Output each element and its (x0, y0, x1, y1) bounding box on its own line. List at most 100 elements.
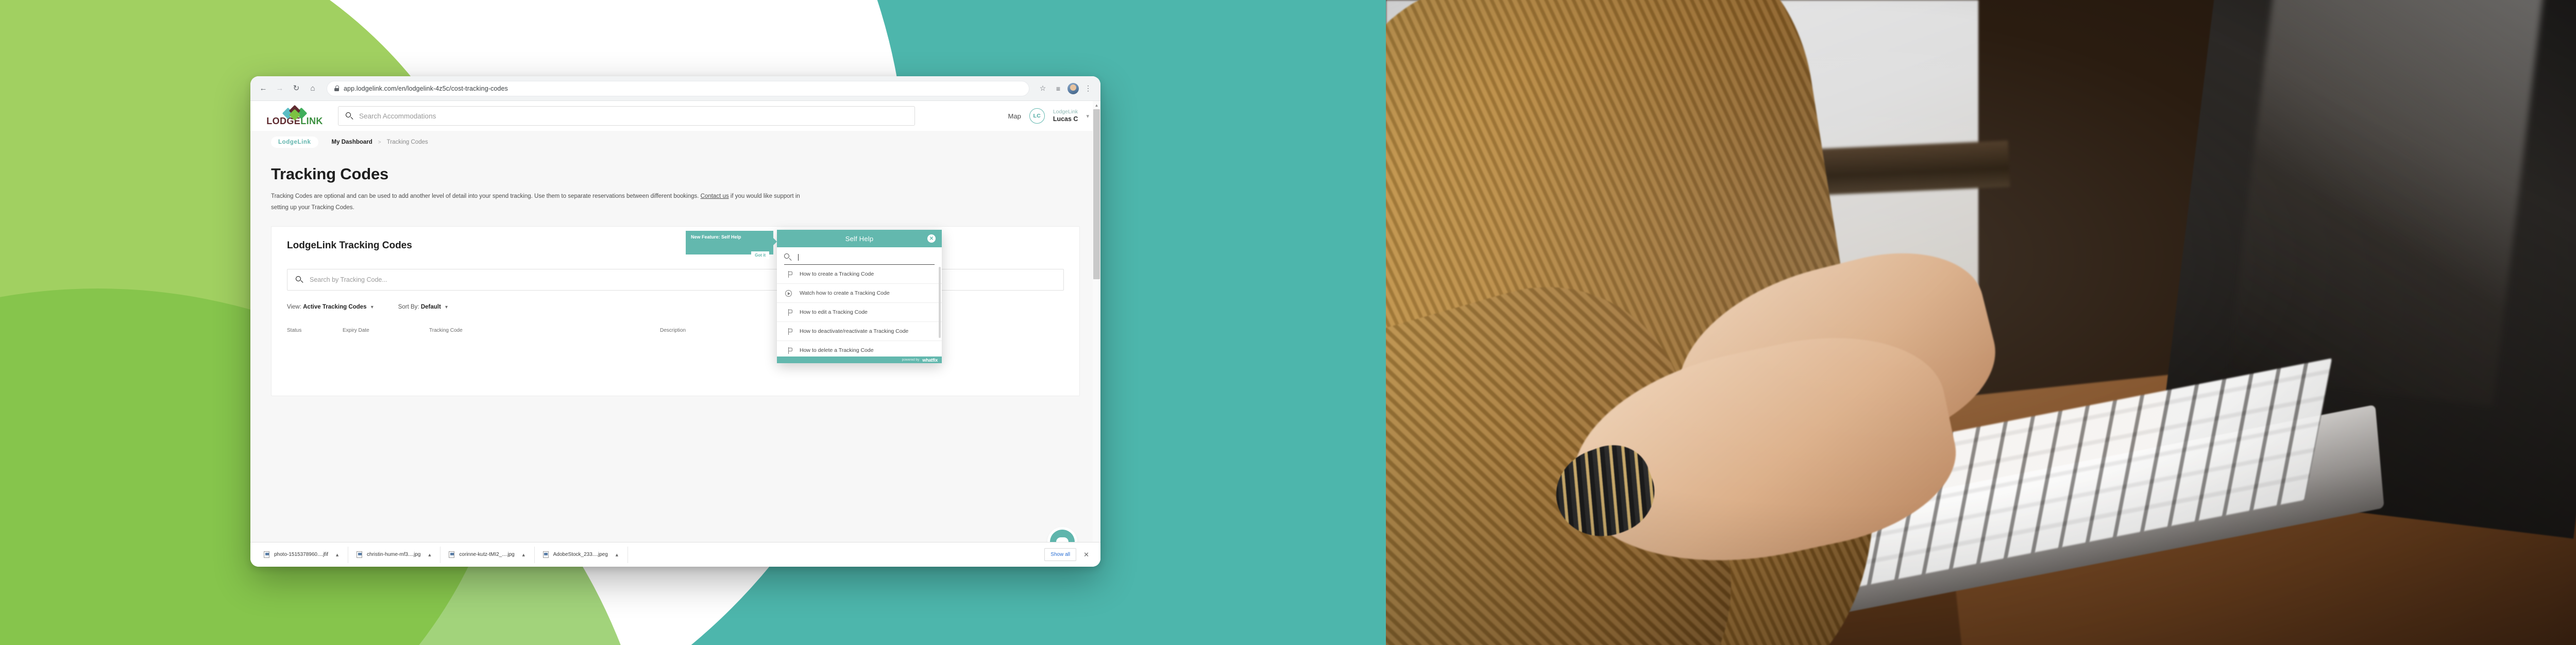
file-icon (264, 551, 269, 558)
download-item[interactable]: photo-15153789​60....jfif ▲ (256, 546, 349, 563)
breadcrumb-trail: My Dashboard > Tracking Codes (332, 139, 428, 145)
self-help-footer: powered by whatfix (777, 357, 942, 363)
download-filename: AdobeStock_233....jpeg (553, 552, 608, 557)
breadcrumb: LodgeLink My Dashboard > Tracking Codes (250, 131, 1100, 154)
chevron-up-icon[interactable]: ▲ (428, 552, 432, 557)
breadcrumb-my-dashboard[interactable]: My Dashboard (332, 139, 372, 145)
column-header-tracking-code[interactable]: Tracking Code (429, 328, 660, 333)
text-caret (798, 253, 799, 261)
self-help-title: Self Help (845, 234, 874, 243)
user-meta[interactable]: LodgeLink Lucas C (1053, 109, 1078, 123)
browser-profile-avatar[interactable] (1067, 82, 1079, 94)
flag-icon (784, 270, 792, 278)
new-feature-callout: New Feature: Self Help Got it (686, 231, 777, 259)
lock-icon (334, 86, 339, 91)
download-item[interactable]: AdobeStock_233....jpeg ▲ (535, 546, 628, 563)
sort-by-filter-label: Sort By: (398, 303, 419, 310)
self-help-scrollbar[interactable] (939, 267, 941, 338)
back-arrow-icon[interactable]: ← (257, 82, 270, 95)
screenshot-stage: ← → ↻ ⌂ app.lodgelink.com/en/lodgelink-4… (0, 0, 2576, 645)
chevron-down-icon: ▾ (370, 304, 374, 310)
view-filter-label: View: (287, 303, 301, 310)
powered-by-label: powered by (902, 358, 920, 362)
chevron-down-icon[interactable]: ▾ (1086, 113, 1089, 120)
self-help-item[interactable]: How to deactivate/reactivate a Tracking … (777, 322, 942, 341)
kebab-menu-icon[interactable]: ⋮ (1082, 82, 1094, 95)
scrollbar-thumb[interactable] (1093, 109, 1100, 279)
flag-icon (784, 347, 792, 354)
self-help-header: Self Help ✕ (777, 230, 942, 247)
self-help-item-label: Watch how to create a Tracking Code (800, 290, 890, 296)
card-title: LodgeLink Tracking Codes (287, 240, 412, 251)
page-body: Tracking Codes Tracking Codes are option… (250, 154, 1100, 214)
download-item[interactable]: christin-hume-mf3....jpg ▲ (348, 546, 441, 563)
self-help-item-label: How to edit a Tracking Code (800, 309, 868, 315)
logo-word-link: LINK (300, 115, 323, 126)
whatfix-vendor-logo: whatfix (922, 357, 938, 363)
self-help-item[interactable]: How to delete a Tracking Code (777, 341, 942, 357)
close-icon[interactable]: ✕ (927, 234, 936, 243)
app-header: LODGELINK Search Accommodations Map LC L… (250, 101, 1100, 131)
reload-icon[interactable]: ↻ (290, 82, 303, 95)
file-icon (357, 551, 363, 558)
show-all-downloads-button[interactable]: Show all (1044, 548, 1077, 561)
star-icon[interactable]: ☆ (1037, 82, 1049, 95)
self-help-item[interactable]: How to edit a Tracking Code (777, 303, 942, 322)
play-icon (784, 290, 792, 297)
callout-title: New Feature: Self Help (691, 234, 741, 240)
sort-by-filter[interactable]: Sort By: Default ▾ (398, 304, 448, 310)
table-header-row: Status Expiry Date Tracking Code Descrip… (287, 328, 1064, 333)
accommodations-search-placeholder: Search Accommodations (359, 112, 436, 120)
search-icon (784, 253, 792, 261)
user-organization: LodgeLink (1053, 109, 1078, 115)
self-help-item-list: How to create a Tracking Code Watch how … (777, 265, 942, 357)
tracking-code-search-input[interactable]: Search by Tracking Code... (287, 268, 1064, 291)
page-description: Tracking Codes are optional and can be u… (271, 191, 817, 214)
download-filename: christin-hume-mf3....jpg (367, 552, 421, 557)
hero-photo-person-typing-on-laptop (1386, 0, 2576, 645)
self-help-item[interactable]: How to create a Tracking Code (777, 265, 942, 284)
file-icon (543, 551, 549, 558)
address-bar-url: app.lodgelink.com/en/lodgelink-4z5c/cost… (344, 84, 508, 92)
page-viewport: LODGELINK Search Accommodations Map LC L… (250, 101, 1100, 567)
close-icon[interactable]: ✕ (1076, 551, 1095, 559)
self-help-item[interactable]: Watch how to create a Tracking Code (777, 284, 942, 303)
header-right-group: Map LC LodgeLink Lucas C ▾ (1008, 108, 1089, 124)
accommodations-search-input[interactable]: Search Accommodations (338, 106, 915, 126)
self-help-item-label: How to create a Tracking Code (800, 271, 874, 277)
search-icon (296, 276, 303, 283)
download-filename: corinne-kutz-tMI2_....jpg (459, 552, 515, 557)
map-link[interactable]: Map (1008, 112, 1021, 120)
user-name: Lucas C (1053, 115, 1078, 123)
chevron-up-icon[interactable]: ▲ (615, 552, 619, 557)
browser-toolbar: ← → ↻ ⌂ app.lodgelink.com/en/lodgelink-4… (250, 76, 1100, 101)
search-icon (346, 112, 353, 120)
callout-got-it-button[interactable]: Got it (751, 251, 769, 259)
address-bar[interactable]: app.lodgelink.com/en/lodgelink-4z5c/cost… (327, 80, 1029, 96)
user-avatar[interactable]: LC (1029, 108, 1045, 124)
sort-by-filter-value: Default (420, 303, 441, 310)
photo-vignette (1386, 0, 2576, 645)
column-header-status[interactable]: Status (287, 328, 343, 333)
breadcrumb-brand-pill[interactable]: LodgeLink (271, 137, 318, 148)
column-header-expiry-date[interactable]: Expiry Date (343, 328, 429, 333)
chevron-up-icon[interactable]: ▲ (335, 552, 340, 557)
lodgelink-logo[interactable]: LODGELINK (261, 105, 329, 126)
home-icon[interactable]: ⌂ (306, 82, 319, 95)
chevron-up-icon[interactable]: ▲ (521, 552, 526, 557)
self-help-search-input[interactable] (784, 253, 935, 265)
page-scrollbar[interactable]: ▲ ▼ (1093, 101, 1100, 567)
view-filter[interactable]: View: Active Tracking Codes ▾ (287, 304, 374, 310)
tracking-code-search-placeholder: Search by Tracking Code... (310, 276, 387, 283)
filter-row: View: Active Tracking Codes ▾ Sort By: D… (287, 304, 1064, 310)
lodgelink-logo-mark-icon (282, 105, 308, 121)
browser-window: ← → ↻ ⌂ app.lodgelink.com/en/lodgelink-4… (250, 76, 1100, 567)
forward-arrow-icon[interactable]: → (273, 82, 286, 95)
scroll-up-arrow-icon[interactable]: ▲ (1093, 101, 1100, 109)
contact-us-link[interactable]: Contact us (701, 193, 729, 199)
download-item[interactable]: corinne-kutz-tMI2_....jpg ▲ (440, 546, 535, 563)
page-title: Tracking Codes (271, 165, 389, 183)
reading-list-icon[interactable]: ≡ (1052, 82, 1064, 95)
breadcrumb-current-page: Tracking Codes (386, 139, 428, 145)
tracking-codes-card: LodgeLink Tracking Codes Search by Track… (271, 226, 1080, 396)
